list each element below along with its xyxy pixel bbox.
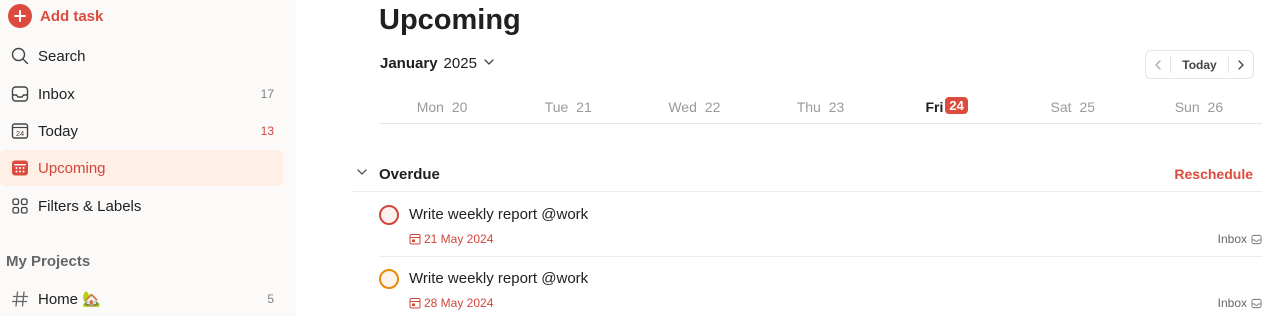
task-complete-checkbox[interactable] [379, 205, 399, 225]
day-number: 26 [1207, 99, 1224, 115]
day-name: Wed [668, 99, 697, 115]
day-name: Sat [1050, 99, 1072, 115]
day-sat[interactable]: Sat 25 [1010, 96, 1136, 123]
task-project[interactable]: Inbox [1218, 296, 1262, 310]
calendar-upcoming-icon [10, 158, 30, 178]
sidebar-item-label: Search [38, 47, 86, 65]
sidebar-item-search[interactable]: Search [0, 38, 283, 74]
date-navigation: Today [1145, 50, 1254, 79]
add-task-label: Add task [40, 7, 104, 25]
task-title[interactable]: Write weekly report @work [409, 270, 588, 287]
sidebar-item-inbox[interactable]: Inbox 17 [0, 76, 283, 112]
task-due-date[interactable]: 21 May 2024 [409, 232, 493, 246]
day-number: 22 [704, 99, 721, 115]
plus-icon [8, 4, 32, 28]
day-tue[interactable]: Tue 21 [505, 96, 631, 123]
day-number: 20 [451, 99, 468, 115]
project-count: 5 [267, 292, 274, 306]
task-due-date[interactable]: 28 May 2024 [409, 296, 493, 310]
task-row[interactable]: Write weekly report @work 21 May 2024 In… [379, 193, 1262, 257]
today-icon-number: 24 [16, 129, 24, 138]
sidebar-item-label: Today [38, 122, 79, 140]
my-projects-heading[interactable]: My Projects [6, 253, 90, 270]
day-name: Mon [416, 99, 444, 115]
month-year-selector[interactable]: January 2025 [380, 55, 495, 72]
overdue-title: Overdue [379, 166, 440, 183]
filters-icon [10, 196, 30, 216]
sidebar-item-today[interactable]: 24 Today 13 [0, 113, 283, 149]
sidebar-item-project-home[interactable]: Home 🏡 5 [0, 281, 283, 316]
overdue-section-header: Overdue Reschedule [353, 158, 1262, 192]
task-project[interactable]: Inbox [1218, 232, 1262, 246]
previous-week-button[interactable] [1146, 51, 1170, 78]
day-number: 21 [576, 99, 592, 115]
inbox-count: 17 [260, 87, 274, 101]
sidebar: Add task Search Inbox 17 24 Today 13 Upc… [0, 0, 296, 316]
calendar-today-icon: 24 [10, 121, 30, 141]
hash-icon [10, 289, 30, 309]
sidebar-item-filters-labels[interactable]: Filters & Labels [0, 188, 283, 224]
day-wed[interactable]: Wed 22 [631, 96, 757, 123]
sidebar-item-label: Upcoming [38, 159, 106, 177]
day-fri-selected[interactable]: Fri 24 [884, 96, 1010, 123]
today-count: 13 [260, 124, 274, 138]
reschedule-button[interactable]: Reschedule [1174, 166, 1253, 182]
collapse-chevron-icon[interactable] [355, 165, 369, 184]
day-mon[interactable]: Mon 20 [379, 96, 505, 123]
project-name: Inbox [1217, 232, 1247, 246]
today-button[interactable]: Today [1170, 56, 1229, 73]
main-content: Upcoming January 2025 Today Mon 20 Tue 2… [296, 0, 1274, 316]
project-name: Inbox [1217, 296, 1247, 310]
day-sun[interactable]: Sun 26 [1136, 96, 1262, 123]
task-title[interactable]: Write weekly report @work [409, 206, 588, 223]
page-title: Upcoming [379, 4, 521, 36]
day-thu[interactable]: Thu 23 [757, 96, 883, 123]
sidebar-item-upcoming[interactable]: Upcoming [0, 150, 283, 186]
inbox-icon [1251, 298, 1262, 308]
calendar-icon [409, 234, 421, 245]
year-label: 2025 [443, 55, 477, 72]
chevron-left-icon [1155, 59, 1161, 70]
day-name: Thu [796, 99, 821, 115]
sidebar-item-label: Filters & Labels [38, 197, 142, 215]
month-label: January [380, 55, 438, 72]
task-complete-checkbox[interactable] [379, 269, 399, 289]
week-day-strip: Mon 20 Tue 21 Wed 22 Thu 23 Fri 24 Sat 25… [379, 96, 1262, 124]
add-task-button[interactable]: Add task [8, 3, 103, 29]
day-number: 25 [1079, 99, 1096, 115]
calendar-icon [409, 298, 421, 309]
inbox-icon [10, 84, 30, 104]
inbox-icon [1251, 234, 1262, 244]
today-date-badge: 24 [945, 97, 968, 114]
search-icon [10, 46, 30, 66]
task-row[interactable]: Write weekly report @work 28 May 2024 In… [379, 257, 1262, 316]
next-week-button[interactable] [1229, 51, 1253, 78]
day-name: Tue [544, 99, 569, 115]
chevron-right-icon [1238, 59, 1244, 70]
due-date-text: 21 May 2024 [424, 232, 494, 246]
day-name: Sun [1174, 99, 1200, 115]
sidebar-item-label: Inbox [38, 85, 75, 103]
sidebar-item-label: Home 🏡 [38, 291, 101, 308]
due-date-text: 28 May 2024 [424, 296, 494, 310]
chevron-down-icon [483, 55, 495, 72]
day-name: Fri [925, 99, 944, 115]
day-number: 23 [828, 99, 845, 115]
